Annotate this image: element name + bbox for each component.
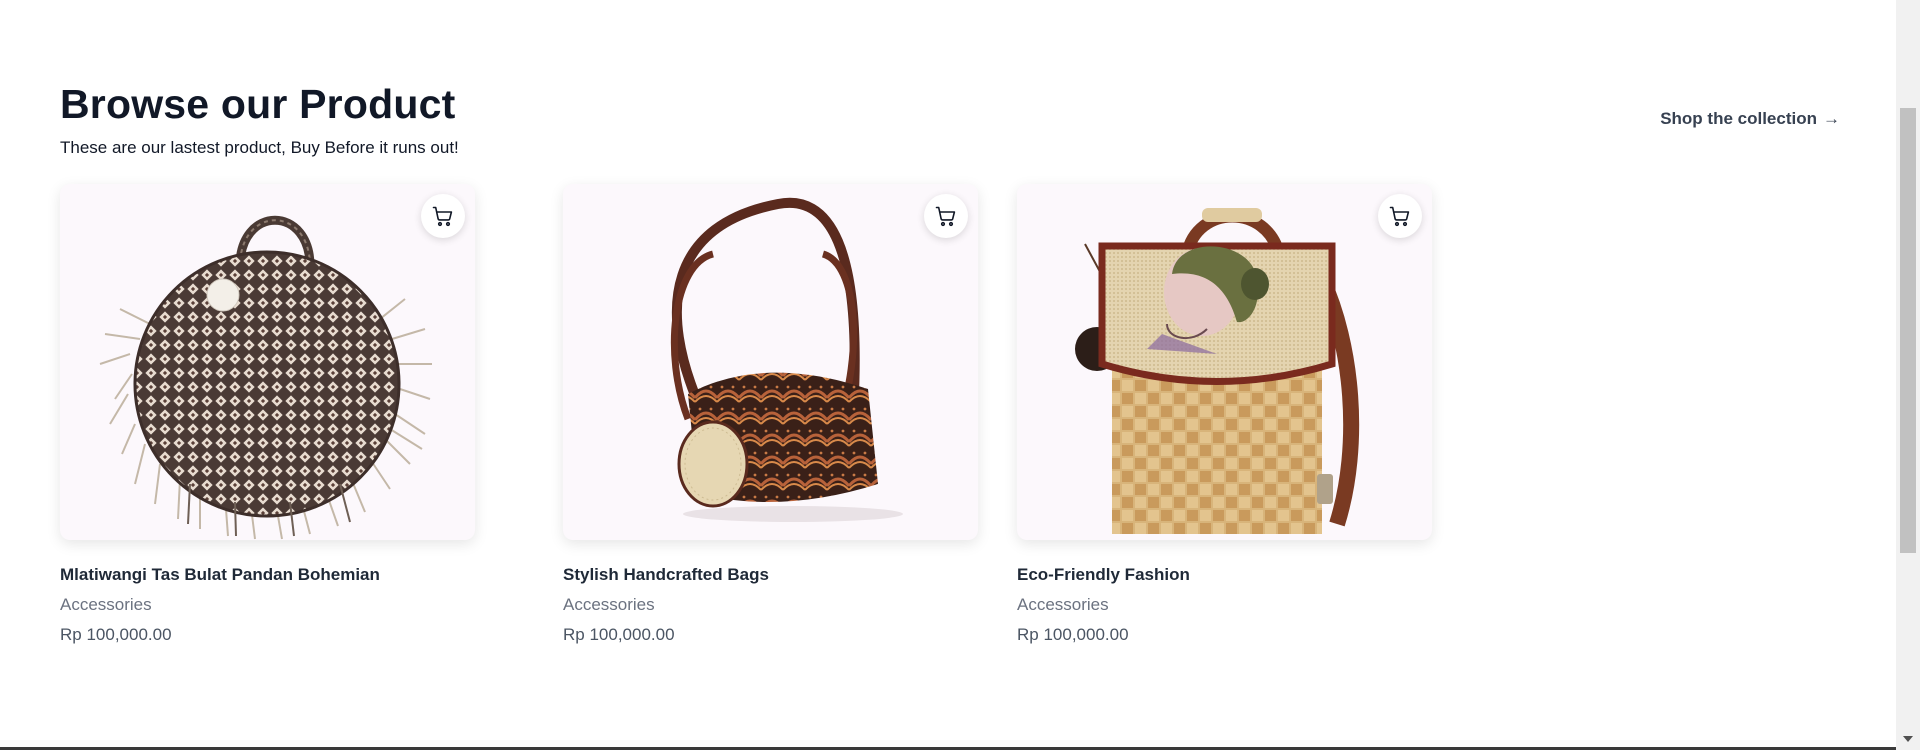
product-image[interactable] <box>1017 184 1432 540</box>
product-image[interactable] <box>60 184 475 540</box>
section-subtitle: These are our lastest product, Buy Befor… <box>60 138 459 157</box>
product-category: Accessories <box>563 595 655 614</box>
product-category: Accessories <box>1017 595 1109 614</box>
product-section: Browse our Product These are our lastest… <box>60 0 1840 740</box>
product-price: Rp 100,000.00 <box>563 625 675 644</box>
arrow-right-icon: → <box>1823 109 1840 128</box>
section-title: Browse our Product <box>60 81 456 127</box>
product-price: Rp 100,000.00 <box>1017 625 1129 644</box>
product-name[interactable]: Mlatiwangi Tas Bulat Pandan Bohemian <box>60 564 475 586</box>
product-price: Rp 100,000.00 <box>60 625 172 644</box>
shop-collection-label: Shop the collection <box>1660 109 1817 128</box>
product-card[interactable]: Stylish Handcrafted Bags Accessories Rp … <box>563 184 978 646</box>
product-card[interactable]: Mlatiwangi Tas Bulat Pandan Bohemian Acc… <box>60 184 475 646</box>
product-category: Accessories <box>60 595 152 614</box>
product-name[interactable]: Stylish Handcrafted Bags <box>563 564 978 586</box>
shopping-cart-icon <box>432 206 453 227</box>
batik-handbag-image <box>670 197 903 522</box>
woven-backpack-image <box>1075 208 1360 534</box>
add-to-cart-button[interactable] <box>1378 194 1422 238</box>
page: Browse our Product These are our lastest… <box>0 0 1920 750</box>
shopping-cart-icon <box>1389 206 1410 227</box>
product-image[interactable] <box>563 184 978 540</box>
shopping-cart-icon <box>935 206 956 227</box>
product-name[interactable]: Eco-Friendly Fashion <box>1017 564 1432 586</box>
add-to-cart-button[interactable] <box>421 194 465 238</box>
scrollbar-thumb[interactable] <box>1900 108 1916 553</box>
scroll-down-arrow-icon[interactable] <box>1903 736 1913 742</box>
product-card[interactable]: Eco-Friendly Fashion Accessories Rp 100,… <box>1017 184 1432 646</box>
vertical-scrollbar[interactable] <box>1896 0 1920 750</box>
round-woven-bag-image <box>99 215 432 540</box>
add-to-cart-button[interactable] <box>924 194 968 238</box>
shop-collection-link[interactable]: Shop the collection → <box>1660 108 1840 130</box>
